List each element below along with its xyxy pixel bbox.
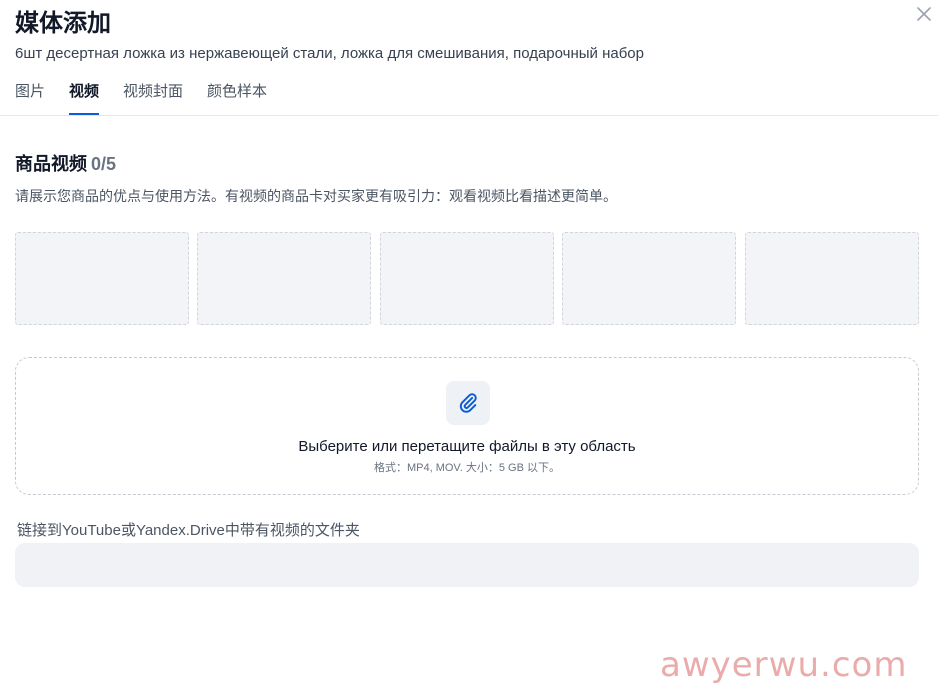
watermark: awyerwu.com [660, 645, 908, 685]
dropzone-format-hint: 格式：MP4, MOV. 大小：5 GB 以下。 [373, 462, 560, 474]
video-slot[interactable] [380, 232, 554, 325]
close-icon [917, 7, 931, 21]
section-title-text: 商品视频 [15, 154, 87, 174]
video-slot[interactable] [745, 232, 919, 325]
paperclip-icon [459, 393, 477, 413]
video-slot[interactable] [562, 232, 736, 325]
section-title: 商品视频 0/5 [15, 150, 116, 176]
file-dropzone[interactable]: Выберите или перетащите файлы в эту обла… [15, 357, 919, 495]
video-link-input[interactable] [15, 543, 919, 587]
section-description: 请展示您商品的优点与使用方法。有视频的商品卡对买家更有吸引力：观看视频比看描述更… [15, 188, 617, 204]
attach-button[interactable] [446, 381, 490, 425]
media-tabs: 图片 视频 视频封面 颜色样本 [0, 80, 938, 116]
video-slot[interactable] [15, 232, 189, 325]
dialog-header: 媒体添加 6шт десертная ложка из нержавеющей … [15, 8, 898, 64]
tab-color-swatches[interactable]: 颜色样本 [207, 82, 267, 115]
video-slot[interactable] [197, 232, 371, 325]
tab-video[interactable]: 视频 [69, 82, 100, 115]
tab-images[interactable]: 图片 [15, 82, 45, 115]
video-slots [15, 232, 919, 325]
video-link-label: 链接到YouTube或Yandex.Drive中带有视频的文件夹 [17, 522, 360, 539]
product-name: 6шт десертная ложка из нержавеющей стали… [15, 45, 644, 62]
video-count: 0/5 [91, 154, 117, 174]
dialog-title: 媒体添加 [15, 10, 111, 37]
close-button[interactable] [914, 4, 934, 24]
tab-video-cover[interactable]: 视频封面 [123, 82, 183, 115]
dropzone-text: Выберите или перетащите файлы в эту обла… [298, 438, 636, 455]
